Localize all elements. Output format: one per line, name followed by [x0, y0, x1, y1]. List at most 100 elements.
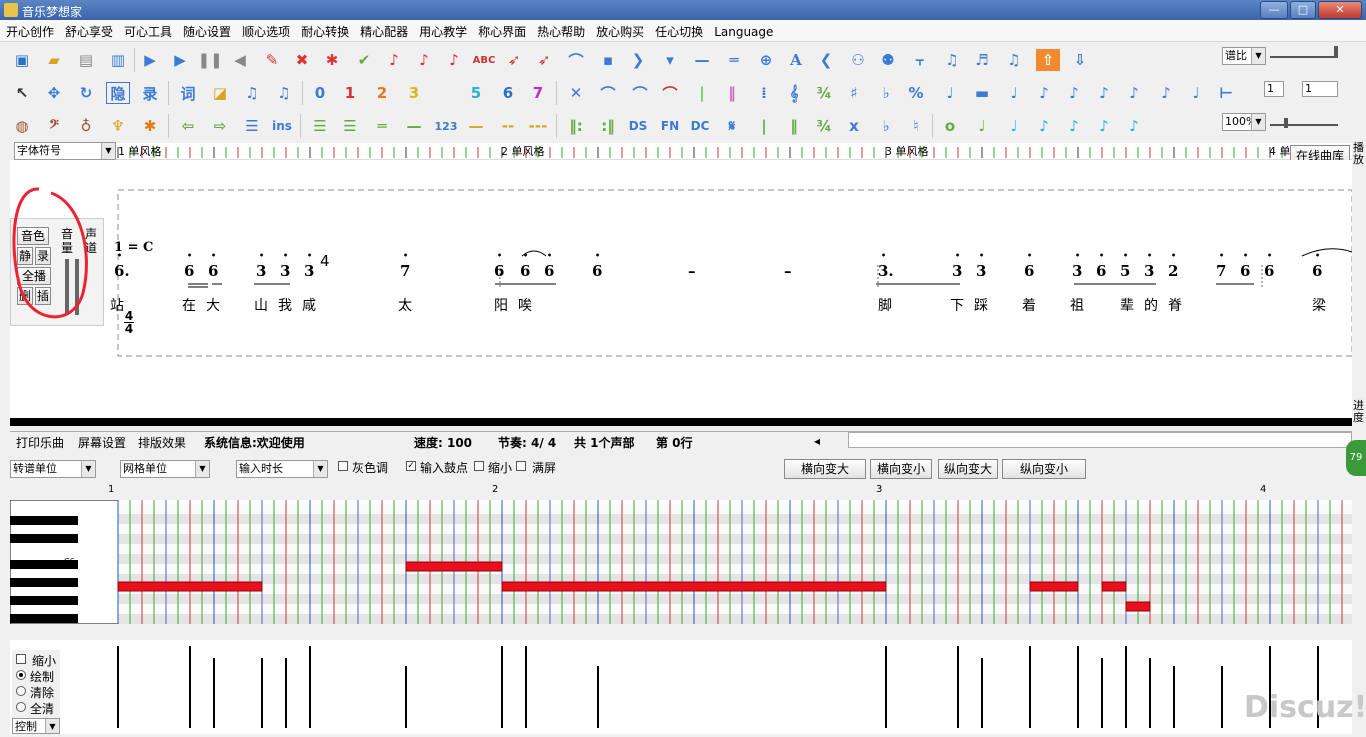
- staff-lines-icon[interactable]: ☰: [308, 115, 332, 137]
- sixteenth-cyan-icon[interactable]: ♪: [1062, 115, 1086, 137]
- score-note[interactable]: 6: [1240, 262, 1250, 280]
- menu-create[interactable]: 开心创作: [0, 20, 59, 40]
- delete-note-icon[interactable]: ✖: [290, 49, 314, 71]
- segno-icon[interactable]: 𝄋: [720, 115, 744, 137]
- half-note-green-icon[interactable]: ♩: [970, 115, 994, 137]
- open-folder-icon[interactable]: ▰: [42, 49, 66, 71]
- lyric-syllable[interactable]: 在: [182, 295, 196, 315]
- score-note[interactable]: 3: [280, 262, 290, 280]
- clear-radio[interactable]: [16, 686, 26, 696]
- score-note[interactable]: 6: [520, 262, 530, 280]
- color-note2-icon[interactable]: ♪: [412, 49, 436, 71]
- widen-button[interactable]: 横向变大: [784, 459, 866, 479]
- shorter-button[interactable]: 纵向变小: [1002, 459, 1086, 479]
- bar-green2-icon[interactable]: ‖: [782, 115, 806, 137]
- arrow-icon[interactable]: ➶: [502, 49, 526, 71]
- bar-line-icon[interactable]: |: [690, 82, 714, 104]
- score-note[interactable]: 3: [1072, 262, 1082, 280]
- fermata-icon[interactable]: ⌒: [564, 49, 588, 71]
- zero-icon[interactable]: 0: [308, 82, 332, 104]
- menu-options[interactable]: 顺心选项: [236, 20, 295, 40]
- box-one[interactable]: 1: [1264, 81, 1284, 97]
- fullscreen-checkbox[interactable]: [516, 461, 526, 471]
- phrase-icon[interactable]: ⌒: [658, 82, 682, 104]
- menu-help[interactable]: 热心帮助: [531, 20, 590, 40]
- cut-note-icon[interactable]: ✱: [320, 49, 344, 71]
- lines-icon[interactable]: ☰: [240, 115, 264, 137]
- fraction2-icon[interactable]: ¾: [812, 115, 836, 137]
- dot-icon[interactable]: ▪: [596, 49, 620, 71]
- download-icon[interactable]: ⇩: [1068, 49, 1092, 71]
- close-button[interactable]: ✕: [1318, 1, 1362, 19]
- lyric-syllable[interactable]: 站: [110, 295, 124, 315]
- score-note[interactable]: 3: [256, 262, 266, 280]
- zoom-select[interactable]: 100% ▼: [1222, 113, 1266, 131]
- side-tab-play[interactable]: 播放: [1353, 142, 1365, 166]
- score-note[interactable]: 3.: [878, 262, 894, 280]
- numbering-icon[interactable]: 123: [434, 115, 458, 137]
- staff-lines2-icon[interactable]: ☰: [338, 115, 362, 137]
- pause-icon[interactable]: ❚❚: [197, 49, 222, 71]
- clear-all-radio[interactable]: [16, 702, 26, 712]
- dash-gold2-icon[interactable]: --: [496, 115, 520, 137]
- menu-buy[interactable]: 放心购买: [590, 20, 649, 40]
- double-bar-icon[interactable]: ‖: [720, 82, 744, 104]
- menu-enjoy[interactable]: 舒心享受: [59, 20, 118, 40]
- two-icon[interactable]: 2: [370, 82, 394, 104]
- chevron-right-icon[interactable]: ❯: [626, 49, 650, 71]
- rest-icon[interactable]: ▬: [970, 82, 994, 104]
- midi-note[interactable]: [1125, 601, 1151, 612]
- gray-checkbox[interactable]: [338, 461, 348, 471]
- score-note[interactable]: 5: [1120, 262, 1130, 280]
- lyric-syllable[interactable]: 梁: [1312, 295, 1326, 315]
- sixty-fourth-cyan-icon[interactable]: ♪: [1122, 115, 1146, 137]
- score-note[interactable]: 7: [1216, 262, 1226, 280]
- tab-screen[interactable]: 屏幕设置: [78, 434, 126, 451]
- save-icon[interactable]: ▣: [10, 49, 34, 71]
- five-icon[interactable]: 5: [464, 82, 488, 104]
- beam-icon[interactable]: ⊢: [1214, 82, 1238, 104]
- zoom-slider-thumb[interactable]: [1284, 118, 1288, 128]
- color-note3-icon[interactable]: ♪: [442, 49, 466, 71]
- double-dash-icon[interactable]: ═: [722, 49, 746, 71]
- pointer-icon[interactable]: ↖: [10, 82, 34, 104]
- edit-note-icon[interactable]: ✎: [260, 49, 284, 71]
- crosshair-icon[interactable]: ⊕: [754, 49, 778, 71]
- score-note[interactable]: 3: [304, 262, 314, 280]
- quarter-note-cyan-icon[interactable]: ♩: [1002, 115, 1026, 137]
- x-icon[interactable]: x: [842, 115, 866, 137]
- lyric-syllable[interactable]: 踩: [974, 295, 988, 315]
- zoom-slider[interactable]: [1270, 124, 1338, 126]
- lyric-syllable[interactable]: 太: [398, 295, 412, 315]
- quarter-note-icon[interactable]: ♩: [938, 82, 962, 104]
- tie-icon[interactable]: ⌒: [628, 82, 652, 104]
- staff-lines4-icon[interactable]: —: [402, 115, 426, 137]
- ds-icon[interactable]: DS: [626, 115, 650, 137]
- eraser-icon[interactable]: ◪: [208, 82, 232, 104]
- triangle-down-icon[interactable]: ▾: [658, 49, 682, 71]
- color-note-icon[interactable]: ♪: [382, 49, 406, 71]
- score-note[interactable]: 6: [1312, 262, 1322, 280]
- midi-note[interactable]: [117, 581, 263, 592]
- midi-note[interactable]: [405, 561, 503, 572]
- score-note[interactable]: 3: [1144, 262, 1154, 280]
- score-note[interactable]: 3: [976, 262, 986, 280]
- score-note[interactable]: 6: [1096, 262, 1106, 280]
- view-slider-thumb[interactable]: [1334, 46, 1338, 56]
- box-two[interactable]: 1: [1302, 81, 1338, 97]
- menu-convert[interactable]: 耐心转换: [295, 20, 354, 40]
- lyric-syllable[interactable]: 祖: [1070, 295, 1084, 315]
- score-note[interactable]: 6: [184, 262, 194, 280]
- staff-lines3-icon[interactable]: ═: [370, 115, 394, 137]
- shrink-checkbox[interactable]: [474, 461, 484, 471]
- piano-roll[interactable]: C6: [9, 499, 1355, 625]
- transpose-unit-select[interactable]: 转谱单位 ▼: [10, 460, 96, 478]
- lyric-syllable[interactable]: 辈: [1120, 295, 1134, 315]
- eighth-note-icon[interactable]: ♫: [940, 49, 964, 71]
- menu-settings[interactable]: 随心设置: [177, 20, 236, 40]
- repeat-start-icon[interactable]: ‖:: [564, 115, 588, 137]
- side-tab-progress[interactable]: 进度: [1353, 400, 1365, 424]
- lyric-syllable[interactable]: 脚: [878, 295, 892, 315]
- input-length-select[interactable]: 输入时长 ▼: [236, 460, 328, 478]
- bar-green-icon[interactable]: |: [752, 115, 776, 137]
